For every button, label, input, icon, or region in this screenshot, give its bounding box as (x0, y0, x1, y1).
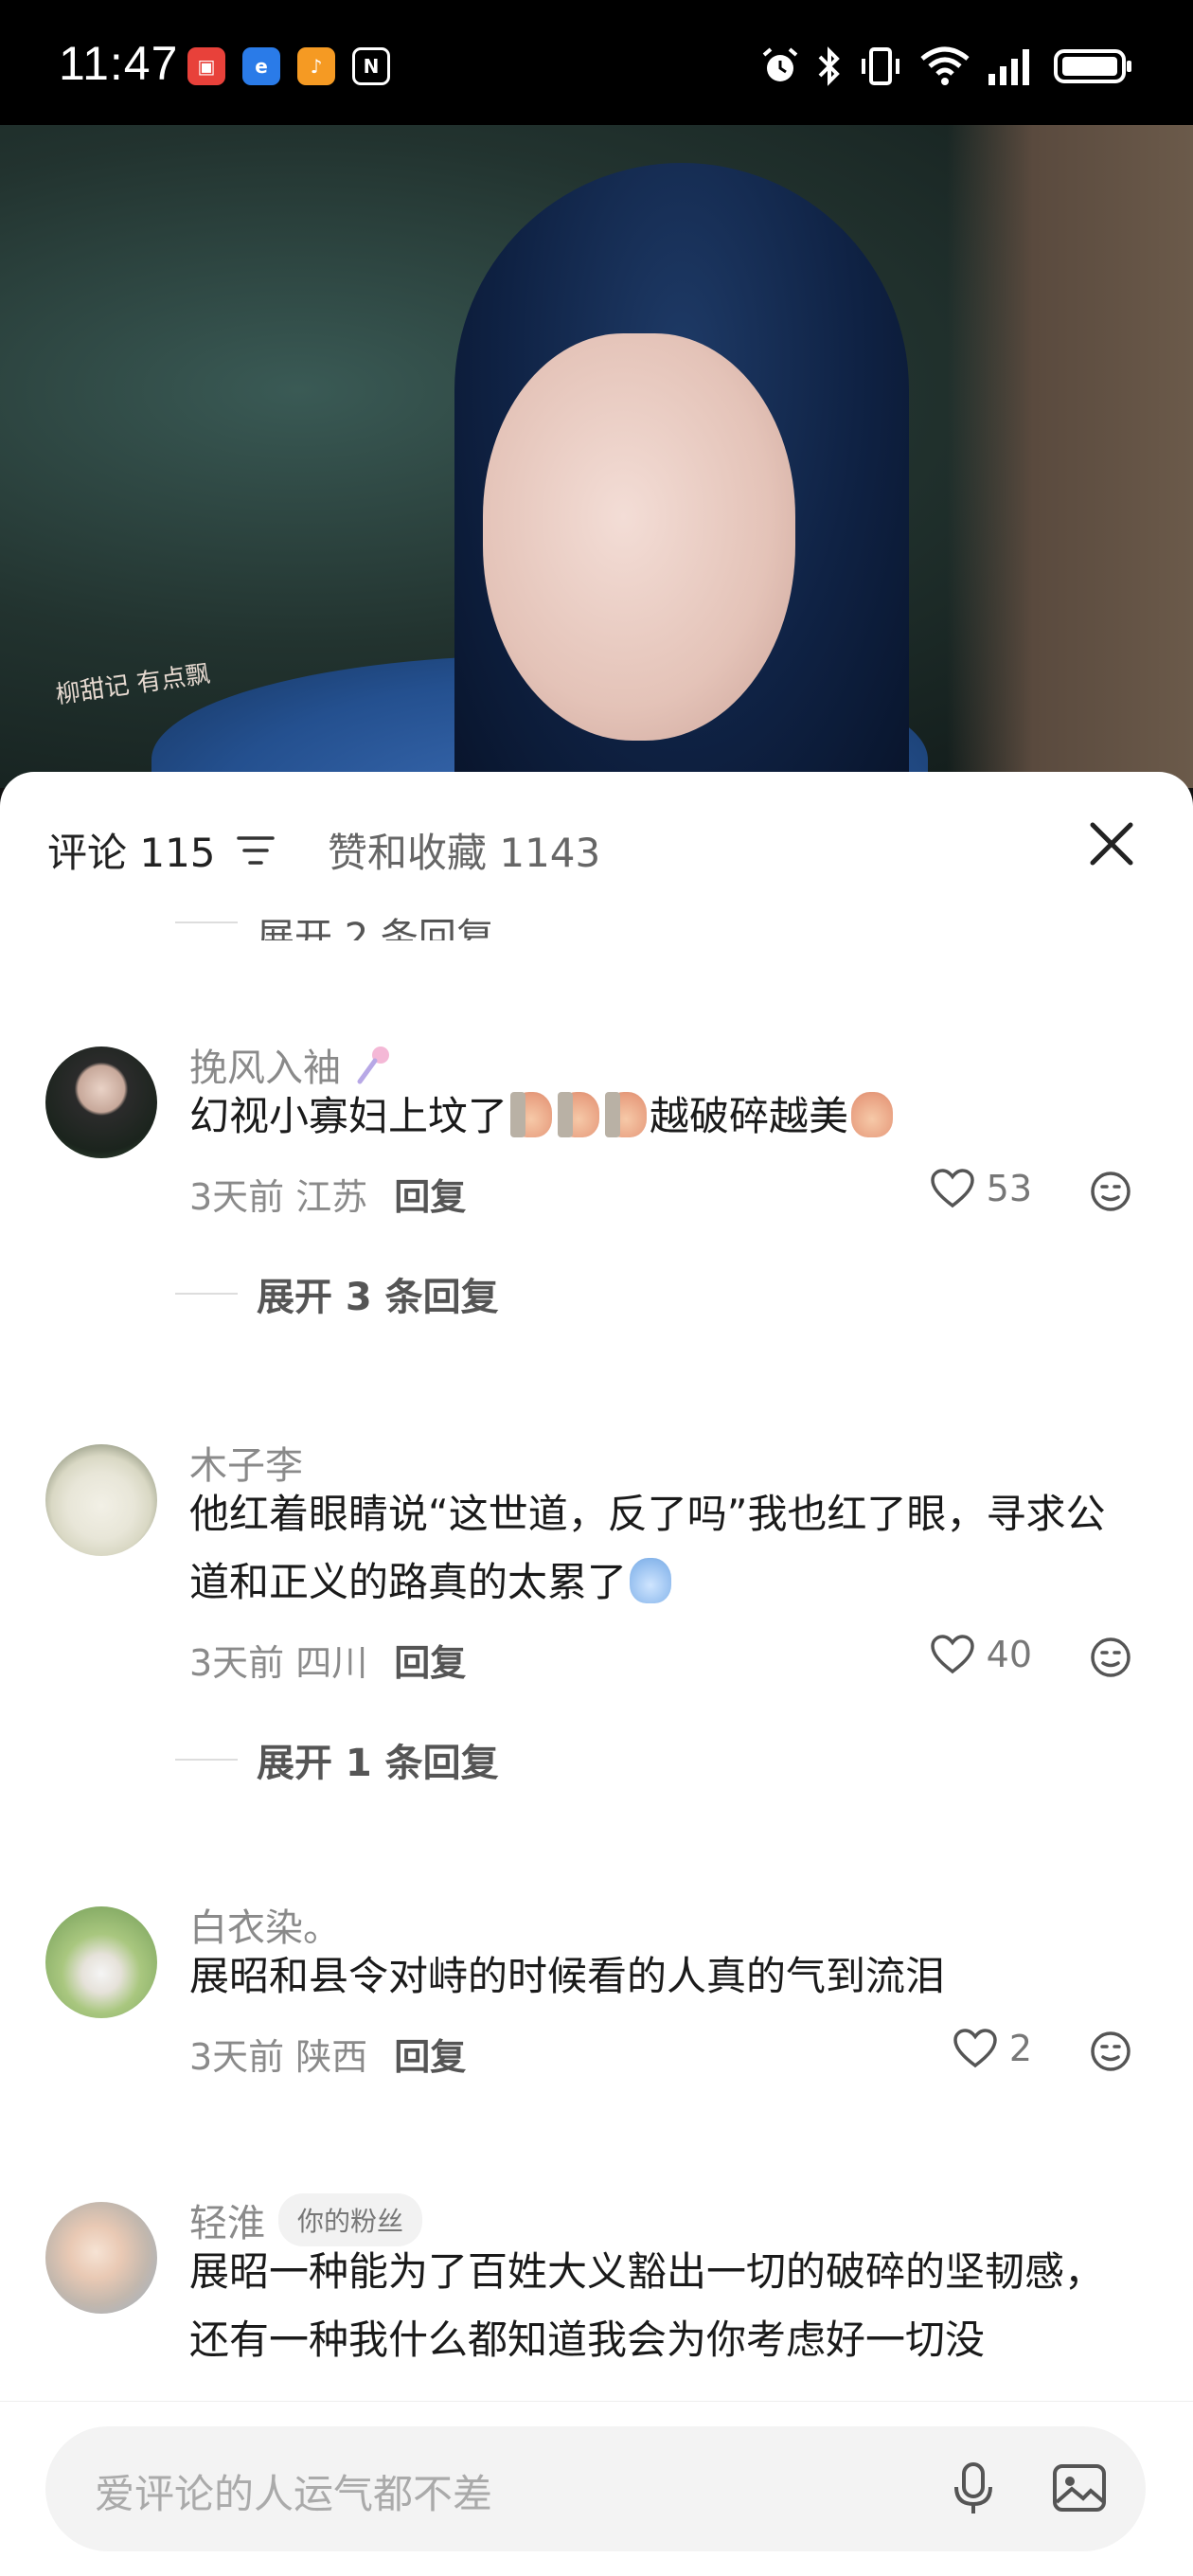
sticker-emoji (851, 1092, 894, 1137)
comment-text-part: 越破碎越美 (650, 1093, 849, 1139)
telecom-icon: e (242, 47, 280, 85)
comment-text: 幻视小寡妇上坟了 越破碎越美 (189, 1082, 1136, 1151)
alarm-icon (762, 47, 798, 81)
bluetooth-icon (818, 46, 840, 86)
red-app-icon: ▣ (187, 47, 225, 85)
sort-icon[interactable] (236, 834, 275, 867)
expand-replies[interactable]: 展开 1 条回复 (175, 1732, 499, 1787)
comment-text-part: 展昭一种能为了百姓大义豁出一切的破碎的坚韧感，还有一种我什么都知道我会为你考虑好… (189, 2248, 1105, 2363)
avatar[interactable] (45, 2202, 157, 2314)
avatar[interactable] (45, 1906, 157, 2018)
tab-likes-favorites[interactable]: 赞和收藏 1143 (328, 821, 600, 879)
sticker-emoji (605, 1092, 648, 1137)
tab-comments[interactable]: 评论 115 (47, 821, 275, 879)
expand-replies-label: 展开 1 条回复 (257, 1742, 499, 1785)
battery-icon (1054, 49, 1131, 83)
heart-icon (930, 1635, 974, 1674)
reply-button[interactable]: 回复 (394, 2028, 466, 2080)
sticker-emoji (510, 1092, 553, 1137)
comment-sheet: 评论 115 赞和收藏 1143 展开 2 条回复 挽风入袖 幻视小寡妇上坟了越… (0, 772, 1193, 2576)
signal-icon (988, 49, 1029, 85)
emoji-react-icon[interactable] (1089, 1170, 1132, 1213)
comment-time-location: 3天前 陕西 (189, 2036, 368, 2078)
microphone-icon[interactable] (943, 2459, 1004, 2519)
comment-input-placeholder: 爱评论的人运气都不差 (95, 2471, 493, 2517)
like-count: 53 (986, 1168, 1032, 1209)
orange-app-icon: ♪ (297, 47, 335, 85)
lollipop-icon (357, 1046, 389, 1084)
divider-line (175, 1293, 238, 1295)
expand-replies-partial[interactable]: 展开 2 条回复 (175, 904, 494, 940)
expand-replies-label: 展开 3 条回复 (257, 1276, 499, 1319)
heart-icon (930, 1169, 974, 1208)
status-time: 11:47 (59, 37, 179, 90)
sticker-emoji (630, 1558, 672, 1603)
like-count: 2 (1008, 2028, 1032, 2069)
post-image[interactable]: 柳甜记 有点飘 (0, 125, 1193, 788)
sticker-emoji (558, 1092, 600, 1137)
divider-line (175, 921, 238, 923)
image-signature: 柳甜记 有点飘 (54, 659, 212, 710)
comment-time-location: 3天前 四川 (189, 1642, 368, 1684)
emoji-react-icon[interactable] (1089, 2030, 1132, 2073)
close-icon[interactable] (1083, 815, 1140, 872)
tab-comments-label: 评论 115 (47, 830, 216, 876)
heart-icon (953, 2029, 997, 2068)
comment-text-part: 幻视小寡妇上坟了 (189, 1093, 508, 1139)
expand-replies-label: 展开 2 条回复 (257, 916, 494, 940)
nfc-icon: N (352, 47, 390, 85)
like-button[interactable]: 53 (930, 1168, 1032, 1209)
reply-button[interactable]: 回复 (394, 1168, 466, 1220)
divider-line (175, 1759, 238, 1761)
expand-replies[interactable]: 展开 3 条回复 (175, 1266, 499, 1321)
comment-text: 展昭和县令对峙的时候看的人真的气到流泪 (189, 1942, 1136, 2011)
comment-input-bar: 爱评论的人运气都不差 (0, 2401, 1193, 2576)
face (483, 333, 795, 741)
background-wood (947, 125, 1193, 788)
comment-meta: 3天前 四川 回复 (189, 1634, 466, 1686)
status-bar: 11:47 ▣ e ♪ N (0, 0, 1193, 125)
comment-input[interactable]: 爱评论的人运气都不差 (45, 2426, 1146, 2551)
comment-text-part: 展昭和县令对峙的时候看的人真的气到流泪 (189, 1953, 946, 1999)
vibrate-icon (862, 47, 899, 85)
sheet-tabs: 评论 115 赞和收藏 1143 (0, 772, 1193, 914)
comment-time-location: 3天前 江苏 (189, 1176, 368, 1218)
avatar[interactable] (45, 1046, 157, 1158)
like-count: 40 (986, 1634, 1032, 1675)
comment-meta: 3天前 江苏 回复 (189, 1168, 466, 1220)
avatar[interactable] (45, 1444, 157, 1556)
reply-button[interactable]: 回复 (394, 1634, 466, 1686)
comment-text: 展昭一种能为了百姓大义豁出一切的破碎的坚韧感，还有一种我什么都知道我会为你考虑好… (189, 2238, 1136, 2374)
image-icon[interactable] (1049, 2459, 1110, 2519)
emoji-react-icon[interactable] (1089, 1636, 1132, 1679)
wifi-icon (920, 46, 970, 85)
like-button[interactable]: 2 (953, 2028, 1032, 2069)
comment-meta: 3天前 陕西 回复 (189, 2028, 466, 2080)
like-button[interactable]: 40 (930, 1634, 1032, 1675)
comment-text: 他红着眼睛说“这世道，反了吗”我也红了眼，寻求公道和正义的路真的太累了 (189, 1480, 1136, 1617)
